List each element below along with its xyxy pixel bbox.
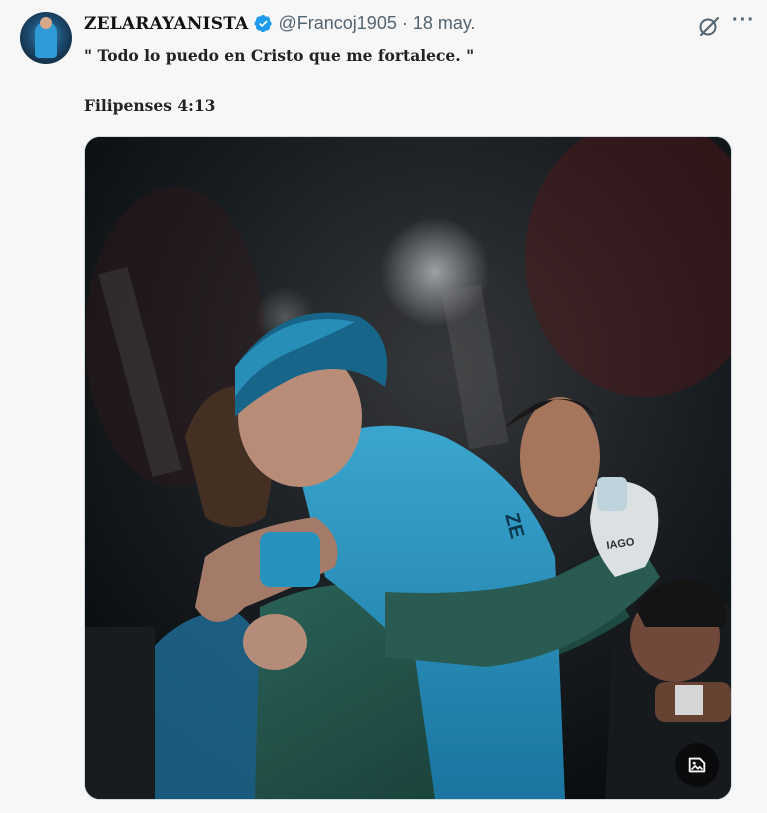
user-handle[interactable]: @Francoj1905 [279, 13, 397, 34]
photo-illustration: IAGO ZE [85, 137, 731, 799]
verified-badge-icon [254, 14, 273, 33]
tweet-header: ZELARAYANISTA @Francoj1905 · 18 may. [84, 13, 476, 34]
more-icon[interactable]: ··· [732, 9, 755, 32]
grok-icon[interactable] [697, 14, 721, 38]
image-tag-icon[interactable] [675, 743, 719, 787]
display-name[interactable]: ZELARAYANISTA [84, 14, 249, 34]
avatar-head [40, 17, 52, 29]
tweet-date[interactable]: 18 may. [413, 13, 476, 34]
avatar[interactable] [20, 12, 72, 64]
tweet-media-photo[interactable]: IAGO ZE [84, 136, 732, 800]
tweet-text: " Todo lo puedo en Cristo que me fortale… [84, 46, 475, 65]
tweet-reference: Filipenses 4:13 [84, 96, 216, 115]
separator-dot: · [401, 13, 408, 33]
